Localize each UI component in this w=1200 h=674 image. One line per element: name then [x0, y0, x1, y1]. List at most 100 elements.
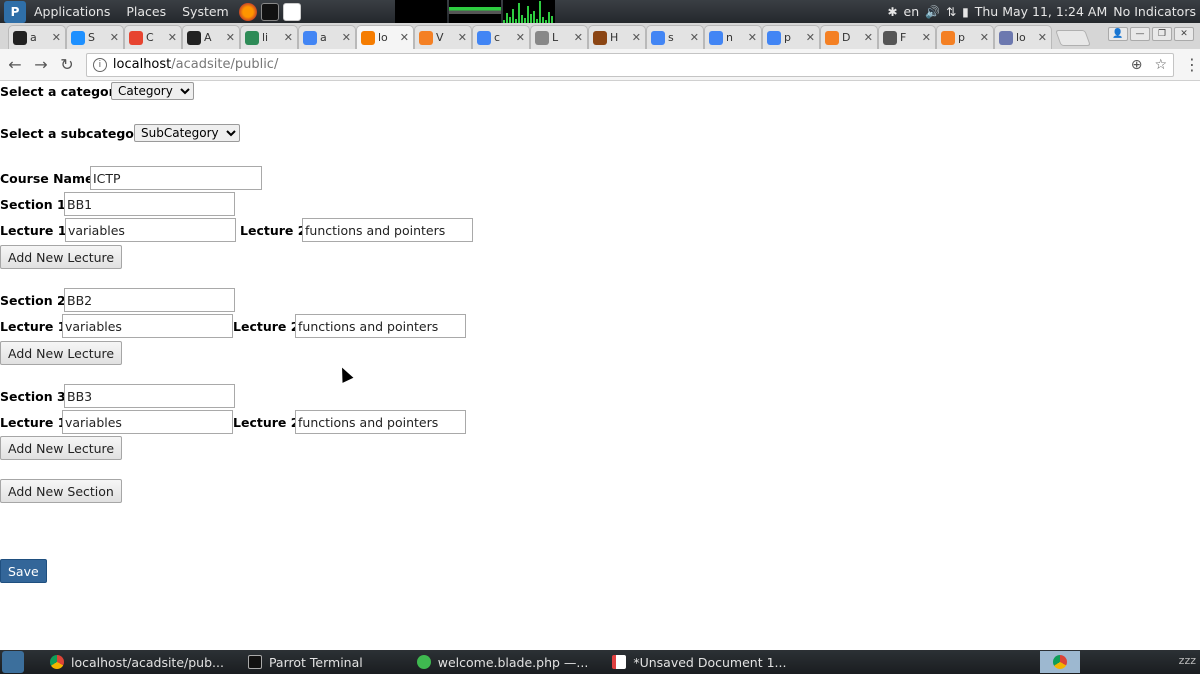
task-terminal[interactable]: Parrot Terminal	[242, 651, 369, 673]
close-window-icon[interactable]: ✕	[1174, 27, 1194, 41]
profile-icon[interactable]: 👤	[1108, 27, 1128, 41]
browser-tab[interactable]: a ✕	[298, 25, 356, 49]
browser-tab[interactable]: S ✕	[66, 25, 124, 49]
section-3-add-lecture-button[interactable]: Add New Lecture	[0, 436, 123, 460]
section-2-add-lecture-button[interactable]: Add New Lecture	[0, 341, 123, 365]
section-1-add-lecture-button[interactable]: Add New Lecture	[0, 245, 123, 269]
menu-system[interactable]: System	[174, 4, 237, 19]
task-atom[interactable]: welcome.blade.php —...	[411, 651, 595, 673]
tab-title: a	[320, 31, 327, 44]
new-tab-button[interactable]	[1055, 30, 1091, 46]
task-label: *Unsaved Document 1...	[633, 654, 787, 670]
section-2-input[interactable]	[64, 288, 235, 312]
close-tab-icon[interactable]: ✕	[864, 31, 873, 44]
mouse-cursor-icon	[336, 365, 354, 383]
add-section-button[interactable]: Add New Section	[0, 479, 122, 503]
text-editor-launcher-icon[interactable]	[282, 2, 301, 21]
maximize-icon[interactable]: ❐	[1152, 27, 1172, 41]
parrot-logo-icon[interactable]: P	[4, 0, 26, 23]
keyboard-layout[interactable]: en	[904, 4, 920, 19]
browser-tab[interactable]: n ✕	[704, 25, 762, 49]
section-2-lecture-2-input[interactable]	[295, 314, 466, 338]
close-tab-icon[interactable]: ✕	[516, 31, 525, 44]
browser-tab[interactable]: p ✕	[762, 25, 820, 49]
menu-places[interactable]: Places	[118, 4, 174, 19]
show-desktop-icon[interactable]	[2, 651, 24, 673]
close-tab-icon[interactable]: ✕	[806, 31, 815, 44]
subcategory-select[interactable]: SubCategory 1	[134, 124, 240, 142]
browser-tab[interactable]: a ✕	[8, 25, 66, 49]
clock[interactable]: Thu May 11, 1:24 AM	[975, 4, 1108, 19]
category-select[interactable]: Category 1	[111, 82, 194, 100]
browser-tab[interactable]: H ✕	[588, 25, 646, 49]
close-tab-icon[interactable]: ✕	[284, 31, 293, 44]
close-tab-icon[interactable]: ✕	[1038, 31, 1047, 44]
document-icon	[535, 30, 549, 45]
xampp-icon	[361, 30, 375, 45]
browser-tab[interactable]: L ✕	[530, 25, 588, 49]
section-3-label: Section 3:	[0, 389, 71, 404]
network-graph-bar	[511, 9, 514, 23]
section-1-lecture-1-input[interactable]	[65, 218, 236, 242]
bluetooth-icon[interactable]: ✱	[887, 5, 897, 19]
close-tab-icon[interactable]: ✕	[690, 31, 699, 44]
section-1-lecture-2-input[interactable]	[302, 218, 473, 242]
close-tab-icon[interactable]: ✕	[400, 31, 409, 44]
terminal-icon	[247, 655, 262, 669]
section-3-lecture-1-label: Lecture 1:	[0, 415, 72, 430]
browser-tab[interactable]: A ✕	[182, 25, 240, 49]
section-3-lecture-1-input[interactable]	[62, 410, 233, 434]
close-tab-icon[interactable]: ✕	[226, 31, 235, 44]
task-text-editor[interactable]: *Unsaved Document 1...	[606, 651, 792, 673]
battery-icon[interactable]: ▮	[962, 5, 969, 19]
tab-title: c	[494, 31, 501, 44]
google-icon	[477, 30, 491, 45]
browser-tab[interactable]: p ✕	[936, 25, 994, 49]
close-tab-icon[interactable]: ✕	[458, 31, 467, 44]
terminal-launcher-icon[interactable]	[260, 2, 279, 21]
close-tab-icon[interactable]: ✕	[574, 31, 583, 44]
close-tab-icon[interactable]: ✕	[632, 31, 641, 44]
browser-tab[interactable]: C ✕	[124, 25, 182, 49]
section-3-lecture-2-input[interactable]	[295, 410, 466, 434]
section-1-input[interactable]	[64, 192, 235, 216]
browser-menu-icon[interactable]: ⋮	[1184, 55, 1200, 74]
indicators[interactable]: No Indicators	[1113, 4, 1196, 19]
reload-icon[interactable]: ↻	[56, 54, 78, 76]
task-chrome[interactable]: localhost/acadsite/pub...	[44, 651, 230, 673]
browser-tab[interactable]: c ✕	[472, 25, 530, 49]
menu-applications[interactable]: Applications	[26, 4, 118, 19]
forward-arrow-icon[interactable]: →	[30, 54, 52, 76]
network-icon[interactable]: ⇅	[946, 5, 956, 19]
browser-tab[interactable]: F ✕	[878, 25, 936, 49]
course-name-input[interactable]	[90, 166, 262, 190]
firefox-launcher-icon[interactable]	[238, 2, 257, 21]
task-chrome-active[interactable]	[1040, 651, 1080, 673]
browser-tab[interactable]: D ✕	[820, 25, 878, 49]
browser-tab[interactable]: lo ✕	[356, 25, 414, 49]
section-2-lecture-1-input[interactable]	[62, 314, 233, 338]
address-bar[interactable]: i localhost/acadsite/public/ ⊕ ☆	[85, 52, 1175, 77]
browser-tab[interactable]: V ✕	[414, 25, 472, 49]
back-arrow-icon[interactable]: ←	[4, 54, 26, 76]
close-tab-icon[interactable]: ✕	[52, 31, 61, 44]
zoom-icon[interactable]: ⊕	[1131, 57, 1143, 73]
close-tab-icon[interactable]: ✕	[922, 31, 931, 44]
minimize-icon[interactable]: —	[1130, 27, 1150, 41]
browser-tab[interactable]: s ✕	[646, 25, 704, 49]
info-icon[interactable]: i	[92, 57, 107, 72]
close-tab-icon[interactable]: ✕	[110, 31, 119, 44]
volume-icon[interactable]: 🔊	[925, 5, 940, 19]
close-tab-icon[interactable]: ✕	[342, 31, 351, 44]
section-3-input[interactable]	[64, 384, 235, 408]
browser-tab[interactable]: li ✕	[240, 25, 298, 49]
github-icon	[13, 30, 27, 45]
course-name-label: Course Name:	[0, 171, 99, 186]
close-tab-icon[interactable]: ✕	[980, 31, 989, 44]
browser-tab[interactable]: lo ✕	[994, 25, 1052, 49]
save-button[interactable]: Save	[0, 559, 47, 583]
sleep-icon: zzz	[1178, 654, 1196, 667]
close-tab-icon[interactable]: ✕	[168, 31, 177, 44]
bookmark-star-icon[interactable]: ☆	[1154, 57, 1167, 73]
close-tab-icon[interactable]: ✕	[748, 31, 757, 44]
